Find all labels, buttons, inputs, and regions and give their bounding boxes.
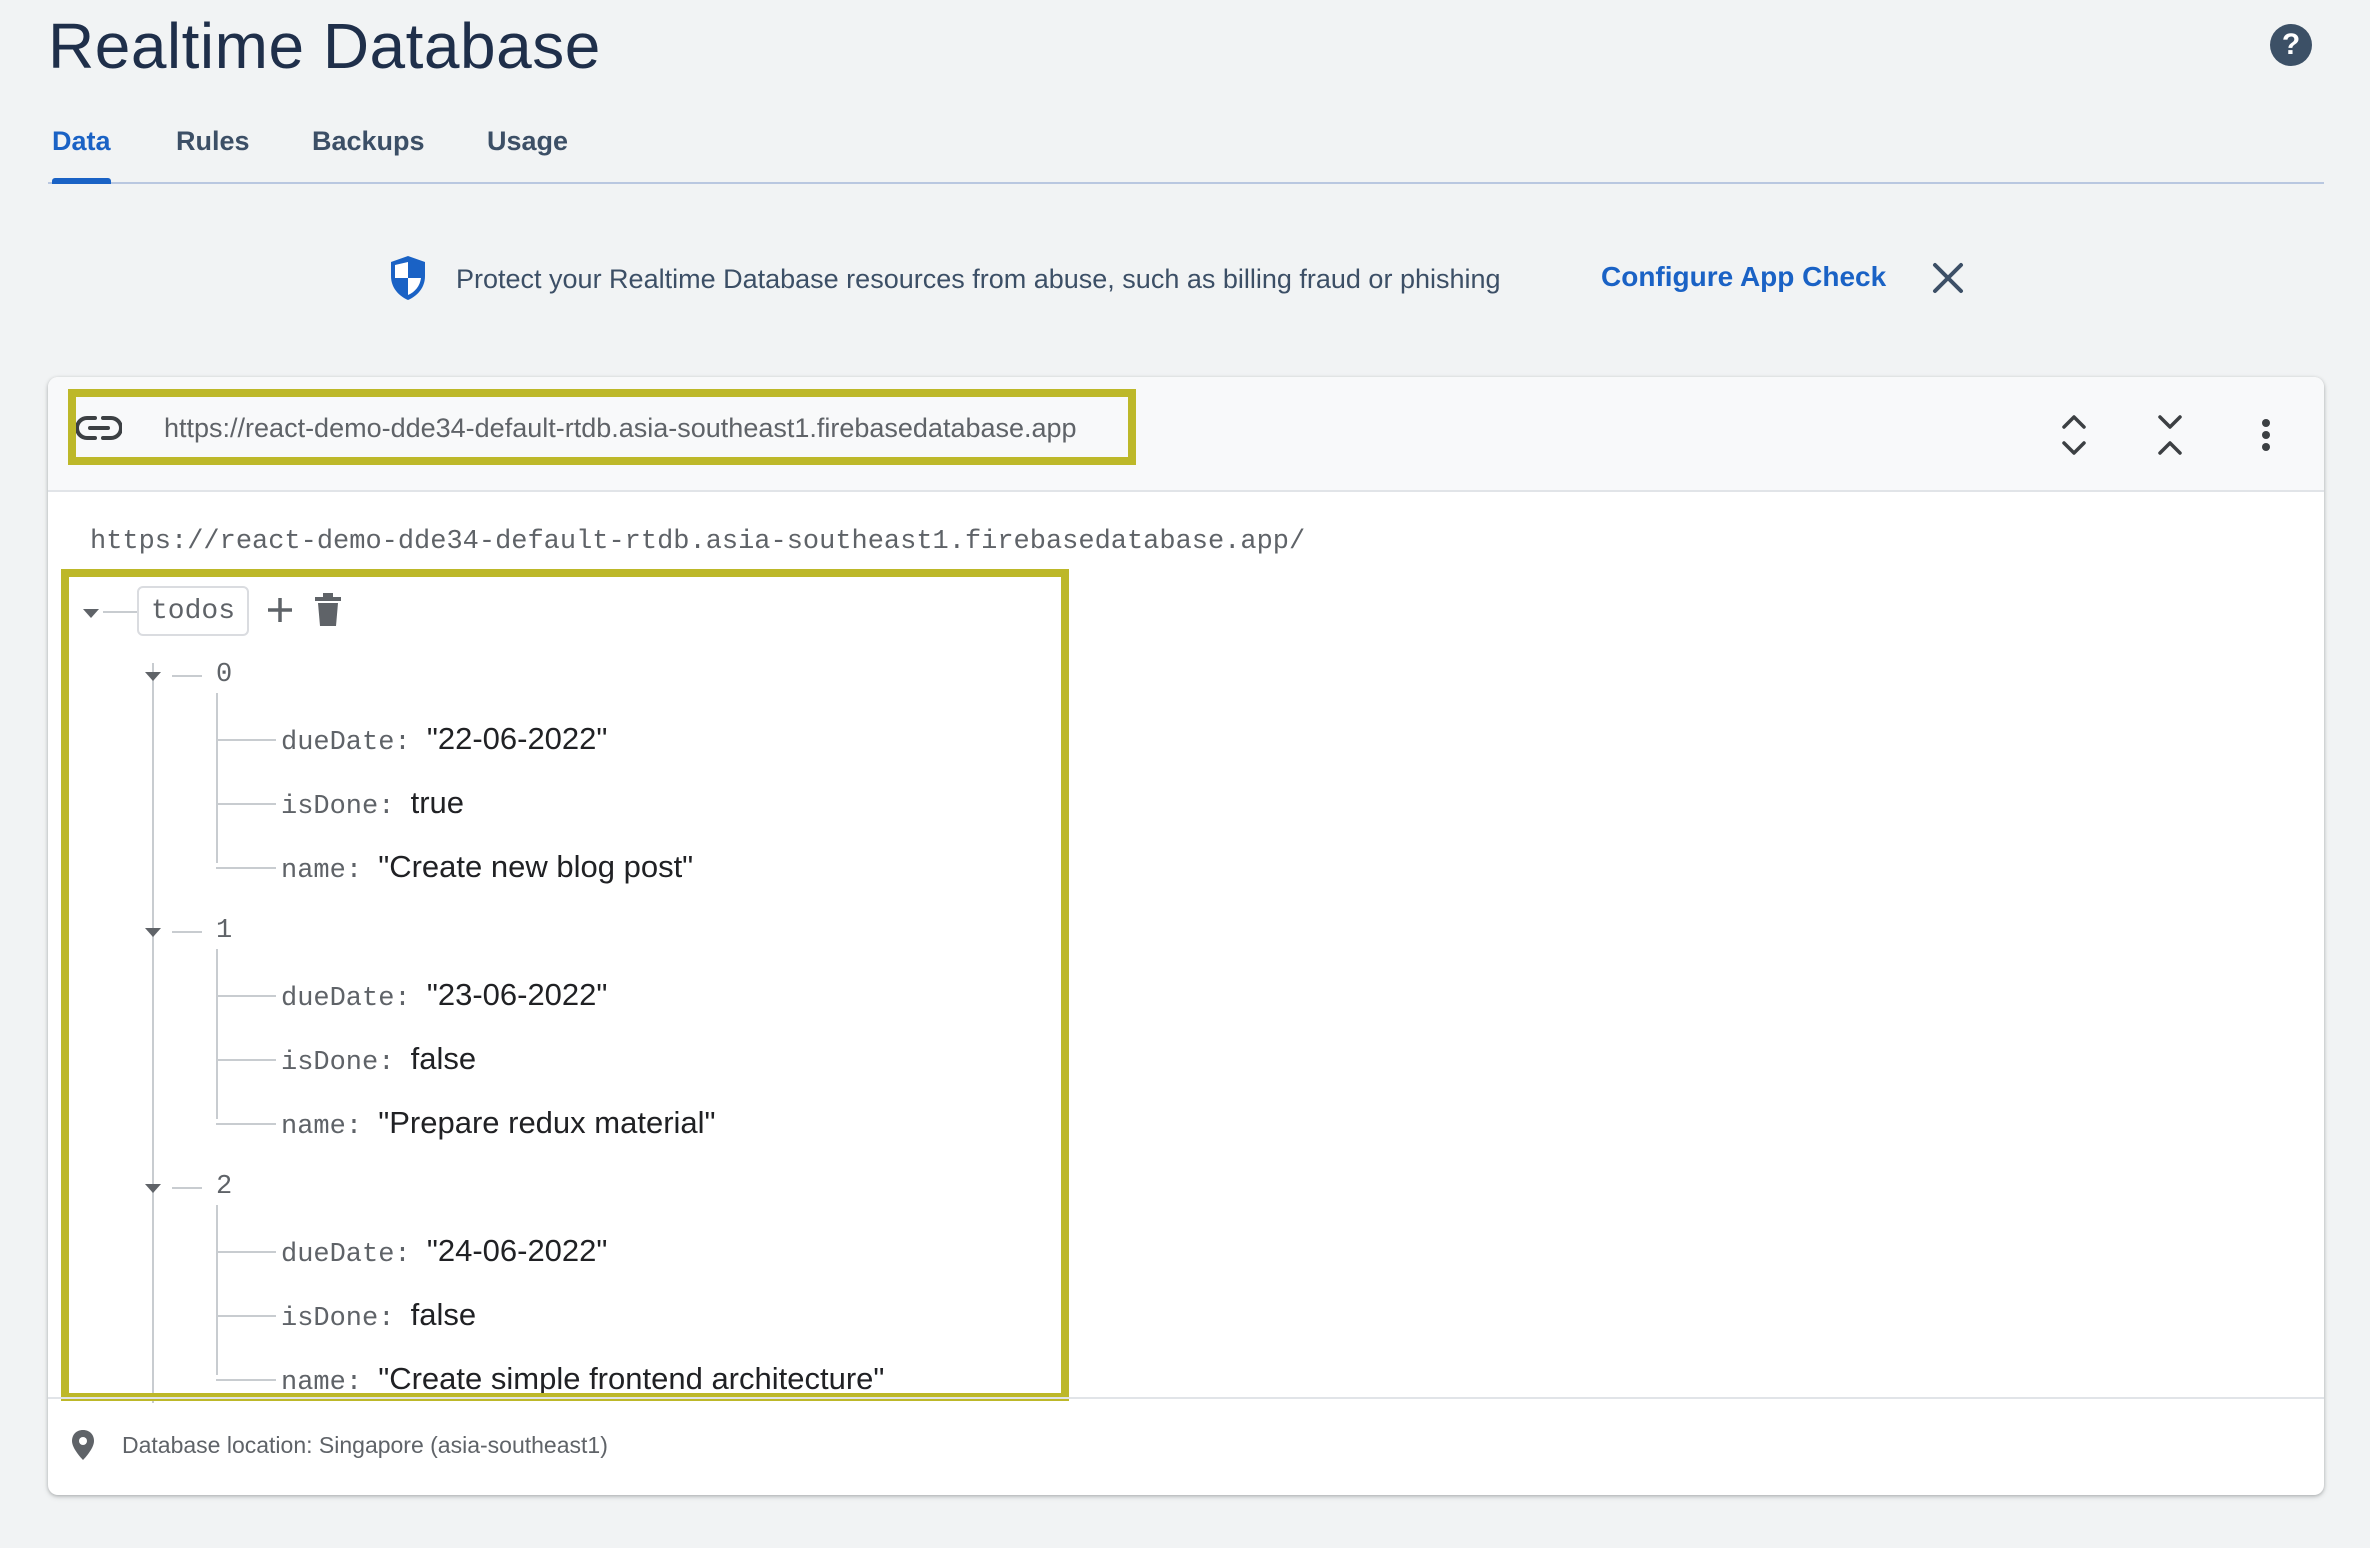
tab-label: Rules bbox=[176, 126, 250, 156]
configure-app-check-link[interactable]: Configure App Check bbox=[1601, 260, 1886, 294]
reference-url: https://react-demo-dde34-default-rtdb.as… bbox=[90, 527, 1306, 557]
list-item[interactable]: dueDate: "24-06-2022" bbox=[281, 1231, 607, 1277]
tab-rules[interactable]: Rules bbox=[176, 120, 250, 182]
location-pin-icon bbox=[72, 1430, 94, 1460]
active-tab-indicator bbox=[52, 178, 111, 184]
link-icon bbox=[76, 416, 122, 440]
tab-bar: Data Rules Backups Usage bbox=[48, 120, 2324, 184]
list-item[interactable]: dueDate: "23-06-2022" bbox=[281, 975, 607, 1021]
expand-all-icon[interactable] bbox=[2052, 411, 2096, 459]
database-card: https://react-demo-dde34-default-rtdb.as… bbox=[48, 377, 2324, 1495]
database-url[interactable]: https://react-demo-dde34-default-rtdb.as… bbox=[164, 408, 1077, 448]
node-index[interactable]: 1 bbox=[216, 911, 232, 951]
list-item[interactable]: isDone: false bbox=[281, 1039, 476, 1085]
node-key-todos[interactable]: todos bbox=[137, 586, 249, 636]
collapse-caret-icon[interactable] bbox=[145, 928, 161, 937]
tab-backups[interactable]: Backups bbox=[312, 120, 425, 182]
list-item[interactable]: name: "Prepare redux material" bbox=[281, 1103, 716, 1149]
node-index[interactable]: 2 bbox=[216, 1167, 232, 1207]
collapse-all-icon[interactable] bbox=[2148, 411, 2192, 459]
database-url-bar: https://react-demo-dde34-default-rtdb.as… bbox=[48, 377, 2324, 492]
tab-usage[interactable]: Usage bbox=[487, 120, 568, 182]
list-item[interactable]: isDone: false bbox=[281, 1295, 476, 1341]
collapse-caret-icon[interactable] bbox=[145, 1184, 161, 1193]
banner-message: Protect your Realtime Database resources… bbox=[456, 264, 1501, 294]
tab-label: Data bbox=[52, 126, 111, 156]
delete-icon[interactable] bbox=[314, 593, 342, 627]
help-icon[interactable]: ? bbox=[2270, 24, 2312, 66]
collapse-caret-icon[interactable] bbox=[83, 609, 99, 618]
tab-label: Usage bbox=[487, 126, 569, 156]
list-item[interactable]: name: "Create new blog post" bbox=[281, 847, 693, 893]
add-icon[interactable] bbox=[265, 595, 295, 625]
collapse-caret-icon[interactable] bbox=[145, 672, 161, 681]
node-index[interactable]: 0 bbox=[216, 655, 232, 695]
list-item[interactable]: isDone: true bbox=[281, 783, 464, 829]
close-icon[interactable] bbox=[1928, 258, 1968, 298]
page-title: Realtime Database bbox=[48, 10, 601, 82]
database-location: Database location: Singapore (asia-south… bbox=[122, 1432, 608, 1458]
tab-data[interactable]: Data bbox=[52, 120, 111, 184]
tab-label: Backups bbox=[312, 126, 425, 156]
url-highlight-box: https://react-demo-dde34-default-rtdb.as… bbox=[68, 389, 1136, 465]
list-item[interactable]: dueDate: "22-06-2022" bbox=[281, 719, 607, 765]
shield-icon bbox=[391, 256, 425, 300]
more-options-icon[interactable] bbox=[2244, 411, 2288, 459]
